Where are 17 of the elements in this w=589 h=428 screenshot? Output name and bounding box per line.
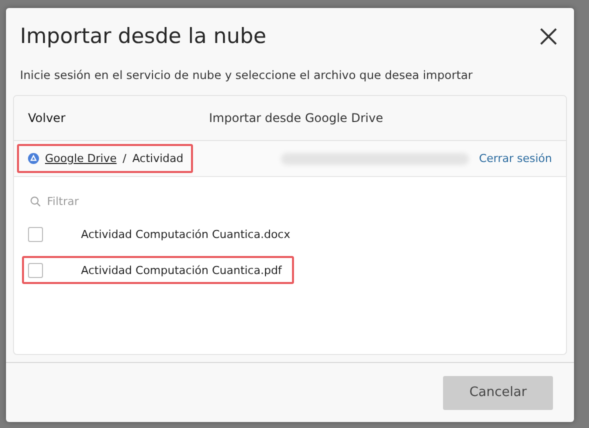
- close-icon[interactable]: [540, 28, 557, 44]
- drive-icon: [28, 153, 39, 164]
- breadcrumb-separator: /: [122, 152, 126, 165]
- file-name: Actividad Computación Cuantica.docx: [81, 228, 290, 240]
- dialog-subtitle: Inicie sesión en el servicio de nube y seleccione el archivo que desea importar: [19, 67, 474, 82]
- dialog-title: Importar desde la nube: [20, 24, 266, 48]
- file-row[interactable]: Actividad Computación Cuantica.pdf: [22, 256, 294, 284]
- panel-heading: Importar desde Google Drive: [209, 111, 384, 125]
- checkbox[interactable]: [28, 226, 43, 242]
- checkbox[interactable]: [28, 262, 43, 278]
- sign-out-link[interactable]: Cerrar sesión: [478, 152, 552, 165]
- breadcrumb-link[interactable]: Google Drive: [45, 152, 117, 165]
- file-name: Actividad Computación Cuantica.pdf: [81, 264, 282, 276]
- file-row[interactable]: Actividad Computación Cuantica.docx: [22, 220, 302, 248]
- search-icon: [30, 196, 41, 206]
- breadcrumb-current: Actividad: [132, 152, 184, 165]
- back-link[interactable]: Volver: [14, 111, 209, 125]
